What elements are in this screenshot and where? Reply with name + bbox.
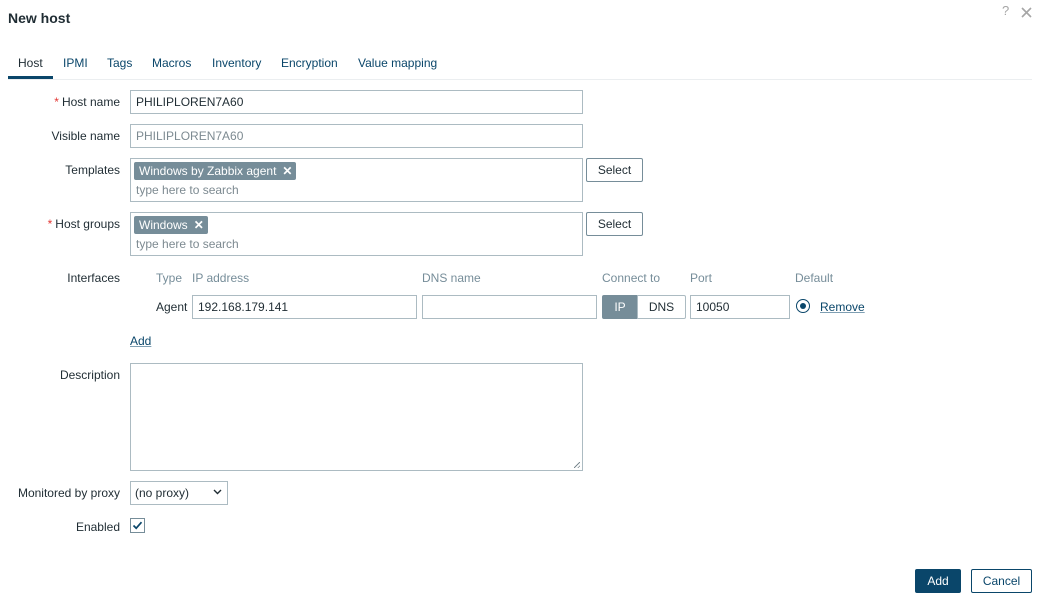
interfaces-col-ip: IP address xyxy=(192,271,250,285)
interface-ip-input[interactable]: 192.168.179.141 xyxy=(192,295,417,319)
host-groups-search-input[interactable]: type here to search xyxy=(136,237,239,251)
enabled-checkbox[interactable] xyxy=(130,518,145,533)
tab-tags[interactable]: Tags xyxy=(107,56,132,70)
visible-name-label: Visible name xyxy=(51,129,120,143)
connect-dns-toggle[interactable]: DNS xyxy=(637,295,686,319)
interface-port-input[interactable]: 10050 xyxy=(690,295,790,319)
interface-dns-input[interactable] xyxy=(422,295,597,319)
host-groups-multiselect[interactable]: Windows ✕ type here to search xyxy=(130,212,583,256)
remove-interface-link[interactable]: Remove xyxy=(820,300,865,314)
interfaces-col-connect: Connect to xyxy=(602,271,661,285)
interfaces-col-type: Type xyxy=(156,271,183,285)
tab-encryption[interactable]: Encryption xyxy=(281,56,338,70)
enabled-label: Enabled xyxy=(75,520,120,534)
templates-multiselect[interactable]: Windows by Zabbix agent ✕ type here to se… xyxy=(130,158,583,202)
add-interface-link[interactable]: Add xyxy=(130,334,151,348)
description-textarea[interactable] xyxy=(130,363,583,471)
add-button[interactable]: Add xyxy=(915,569,961,593)
tab-value-mapping[interactable]: Value mapping xyxy=(358,56,437,70)
interfaces-col-port: Port xyxy=(690,271,713,285)
templates-select-button[interactable]: Select xyxy=(586,158,643,182)
resize-handle-icon[interactable] xyxy=(574,462,580,468)
remove-chip-icon[interactable]: ✕ xyxy=(194,218,204,232)
host-group-chip: Windows ✕ xyxy=(134,216,208,234)
templates-label: Templates xyxy=(65,163,120,177)
radio-selected-dot xyxy=(800,303,806,309)
remove-chip-icon[interactable]: ✕ xyxy=(282,164,292,178)
checkmark-icon xyxy=(132,521,143,530)
templates-search-input[interactable]: type here to search xyxy=(136,183,239,197)
tab-host[interactable]: Host xyxy=(18,56,43,70)
close-icon[interactable] xyxy=(1021,3,1032,21)
host-name-label: * Host name xyxy=(54,95,120,109)
description-label: Description xyxy=(59,368,120,382)
interfaces-label: Interfaces xyxy=(67,271,120,285)
default-interface-radio[interactable] xyxy=(796,299,810,313)
host-name-input[interactable]: PHILIPLOREN7A60 xyxy=(130,90,583,114)
chevron-down-icon xyxy=(213,489,222,495)
proxy-label: Monitored by proxy xyxy=(17,486,120,500)
active-tab-indicator xyxy=(8,76,53,79)
tab-inventory[interactable]: Inventory xyxy=(212,56,261,70)
dialog-title: New host xyxy=(8,10,71,26)
connect-ip-toggle[interactable]: IP xyxy=(602,295,638,319)
tab-macros[interactable]: Macros xyxy=(152,56,191,70)
host-groups-select-button[interactable]: Select xyxy=(586,212,643,236)
tab-bar: Host IPMI Tags Macros Inventory Encrypti… xyxy=(8,48,1032,80)
interfaces-col-default: Default xyxy=(795,271,834,285)
proxy-select[interactable]: (no proxy) xyxy=(130,481,228,505)
template-chip: Windows by Zabbix agent ✕ xyxy=(134,162,297,180)
interfaces-col-dns: DNS name xyxy=(422,271,481,285)
host-groups-label: * Host groups xyxy=(47,217,120,231)
interface-type: Agent xyxy=(156,300,188,314)
cancel-button[interactable]: Cancel xyxy=(971,569,1032,593)
visible-name-input[interactable]: PHILIPLOREN7A60 xyxy=(130,124,583,148)
required-asterisk: * xyxy=(47,217,53,231)
tab-ipmi[interactable]: IPMI xyxy=(63,56,88,70)
required-asterisk: * xyxy=(54,95,59,109)
help-icon[interactable]: ? xyxy=(1002,3,1009,18)
